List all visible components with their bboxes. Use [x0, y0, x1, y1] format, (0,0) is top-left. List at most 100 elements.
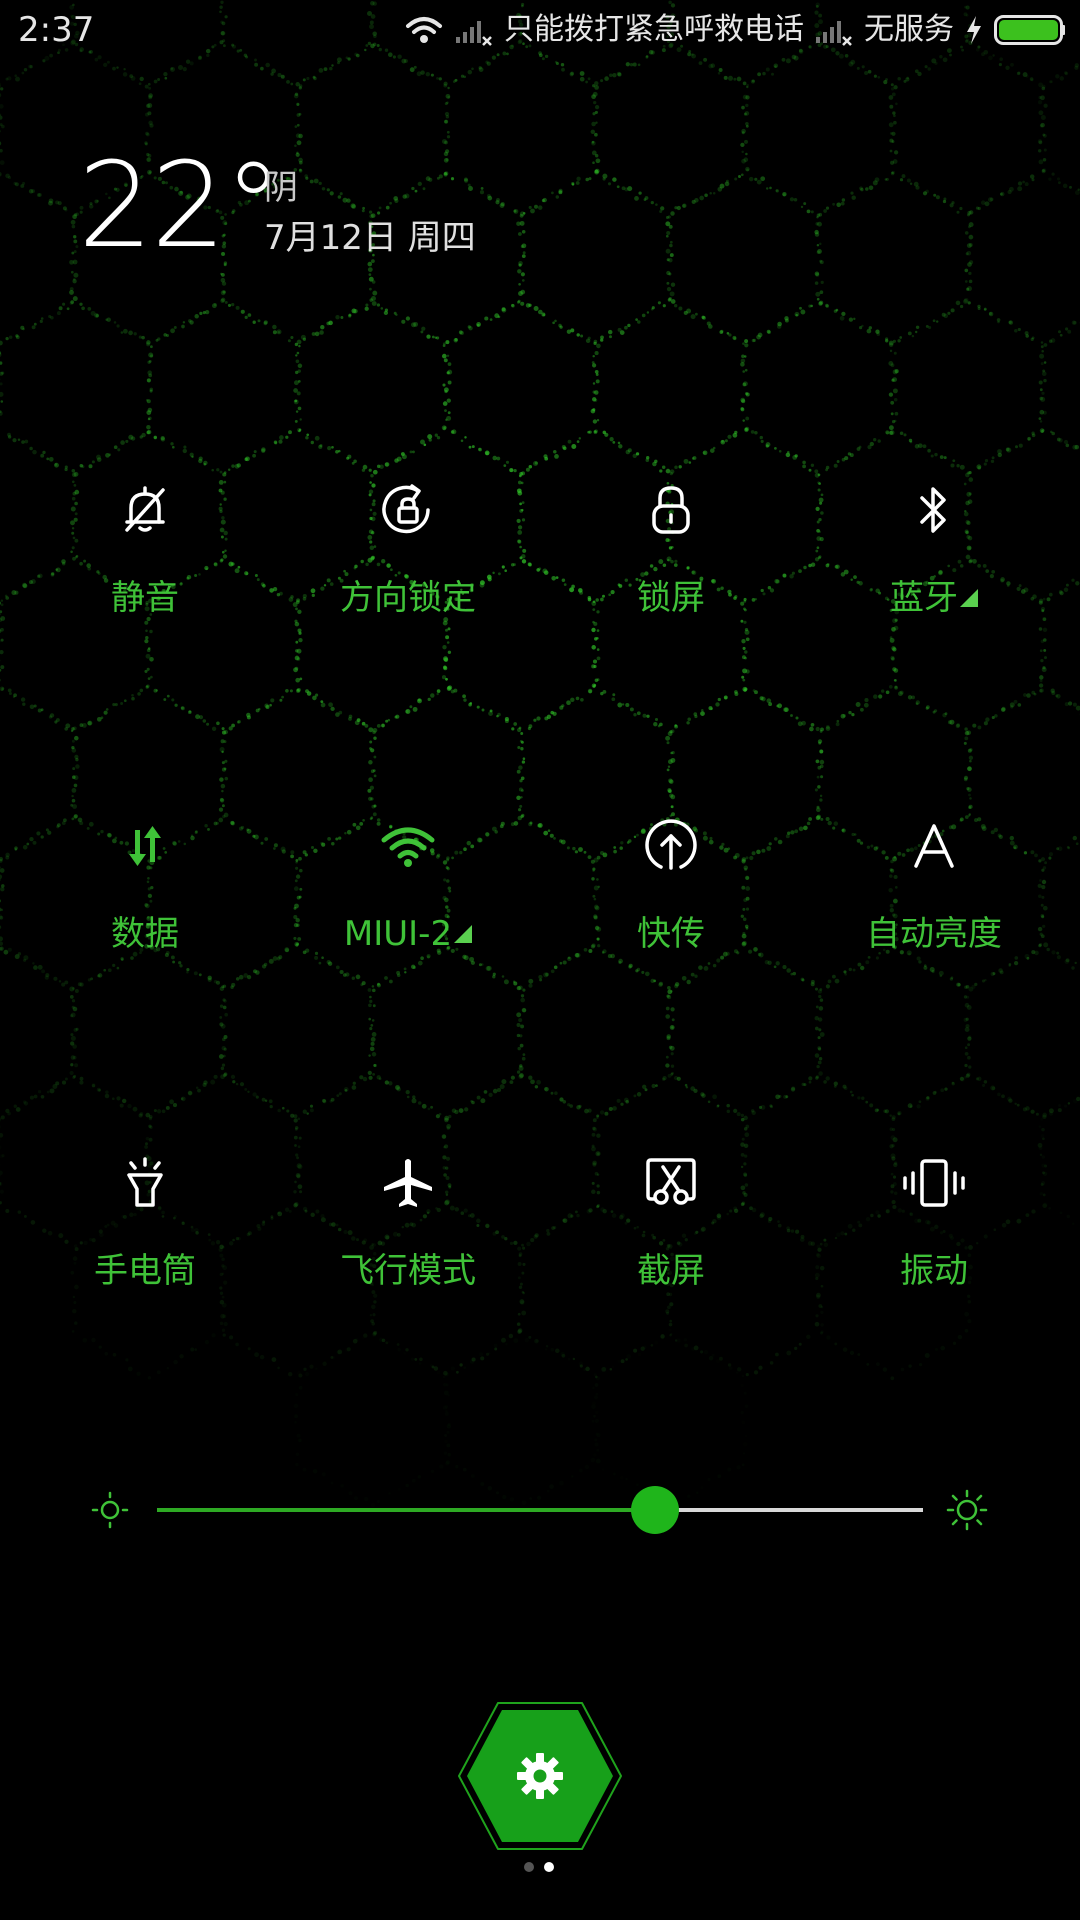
pattern-dot: [888, 392, 894, 397]
pattern-dot: [1038, 149, 1042, 153]
pattern-dot: [699, 195, 705, 201]
pattern-dot: [741, 675, 745, 679]
pattern-dot: [712, 191, 716, 195]
pattern-dot: [855, 702, 861, 707]
pattern-dot: [351, 1085, 357, 1090]
pattern-dot: [188, 710, 192, 713]
pattern-dot: [254, 62, 259, 67]
pattern-dot: [252, 453, 256, 458]
pattern-dot: [744, 139, 748, 144]
pattern-dot: [252, 320, 256, 324]
pattern-dot: [299, 418, 302, 421]
pattern-dot: [460, 74, 465, 78]
pattern-dot: [967, 301, 971, 305]
pattern-dot: [745, 152, 748, 156]
pattern-dot: [972, 723, 977, 728]
pattern-dot: [0, 925, 2, 929]
pattern-dot: [417, 698, 422, 704]
pattern-dot: [48, 456, 54, 462]
pattern-dot: [849, 453, 854, 458]
pattern-dot: [894, 419, 897, 423]
pattern-dot: [537, 205, 543, 210]
pattern-dot: [146, 424, 151, 430]
pattern-dot: [836, 202, 841, 208]
pattern-dot: [687, 717, 691, 722]
pattern-dot: [295, 410, 299, 413]
pattern-dot: [1017, 703, 1022, 707]
pattern-dot: [261, 448, 266, 454]
pattern-dot: [139, 76, 144, 82]
pattern-dot: [220, 783, 226, 789]
pattern-dot: [70, 1035, 76, 1041]
pattern-dot: [21, 71, 25, 75]
pattern-dot: [7, 175, 12, 180]
pattern-dot: [310, 440, 314, 445]
pattern-dot: [96, 457, 102, 462]
pattern-dot: [413, 321, 419, 327]
pattern-dot: [247, 313, 252, 317]
pattern-dot: [521, 1056, 526, 1061]
pattern-dot: [686, 721, 690, 725]
pattern-dot: [348, 313, 352, 317]
pattern-dot: [464, 178, 469, 183]
pattern-dot: [221, 1063, 226, 1067]
pattern-dot: [255, 1095, 259, 1099]
pattern-dot: [163, 333, 167, 337]
pattern-dot: [146, 399, 151, 404]
pattern-dot: [71, 251, 75, 255]
pattern-dot: [409, 67, 415, 73]
pattern-dot: [848, 710, 852, 715]
pattern-dot: [745, 416, 750, 421]
pattern-dot: [295, 152, 300, 157]
pattern-dot: [174, 703, 178, 707]
pattern-dot: [968, 279, 973, 284]
pattern-dot: [293, 1118, 298, 1123]
pattern-dot: [1040, 396, 1046, 402]
pattern-dot: [147, 82, 151, 86]
pattern-dot: [1040, 362, 1044, 366]
pattern-dot: [460, 439, 464, 443]
pattern-dot: [893, 114, 896, 118]
pattern-dot: [223, 1047, 227, 1051]
pattern-dot: [430, 73, 434, 77]
pattern-dot: [66, 307, 70, 311]
pattern-dot: [425, 176, 431, 181]
pattern-dot: [447, 95, 451, 99]
pattern-dot: [484, 450, 490, 456]
pattern-dot: [641, 313, 646, 318]
pattern-dot: [667, 731, 673, 737]
pattern-dot: [380, 307, 384, 310]
pattern-dot: [216, 721, 220, 726]
pattern-dot: [930, 454, 934, 458]
pattern-dot: [740, 397, 746, 403]
pattern-dot: [541, 199, 545, 203]
pattern-dot: [701, 315, 705, 320]
pattern-dot: [367, 261, 373, 267]
pattern-dot: [48, 200, 53, 206]
pattern-dot: [683, 458, 689, 464]
pattern-dot: [378, 206, 382, 210]
pattern-dot: [964, 231, 969, 235]
pattern-dot: [625, 62, 630, 67]
pattern-dot: [411, 186, 415, 191]
pattern-dot: [840, 201, 845, 206]
pattern-dot: [442, 401, 448, 406]
pattern-dot: [595, 158, 601, 164]
pattern-dot: [294, 125, 298, 128]
pattern-dot: [321, 187, 326, 191]
pattern-dot: [421, 326, 426, 331]
pattern-dot: [221, 727, 225, 731]
pattern-dot: [835, 722, 840, 727]
pattern-dot: [984, 201, 990, 207]
pattern-dot: [1038, 683, 1044, 688]
pattern-dot: [818, 212, 823, 217]
pattern-dot: [592, 408, 596, 412]
pattern-dot: [917, 443, 923, 449]
pattern-dot: [720, 439, 726, 445]
pattern-dot: [897, 76, 901, 81]
pattern-dot: [799, 306, 802, 310]
pattern-dot: [394, 198, 399, 204]
pattern-dot: [1017, 186, 1023, 192]
pattern-dot: [593, 341, 597, 346]
pattern-dot: [471, 67, 474, 71]
